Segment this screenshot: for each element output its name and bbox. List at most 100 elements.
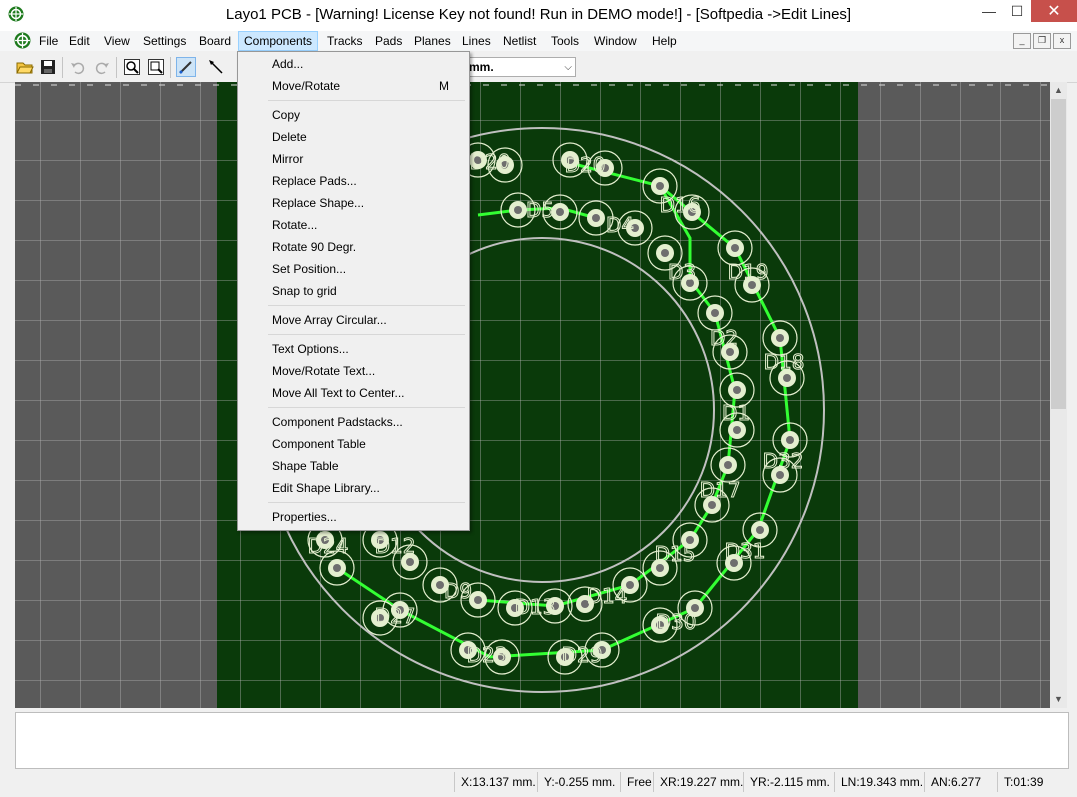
menu-item-move-all-text-center[interactable]: Move All Text to Center... bbox=[240, 382, 467, 404]
menu-separator bbox=[268, 407, 465, 408]
menu-item-text-options[interactable]: Text Options... bbox=[240, 338, 467, 360]
menu-item-snap-to-grid[interactable]: Snap to grid bbox=[240, 280, 467, 302]
mdi-minimize-button[interactable]: _ bbox=[1013, 33, 1031, 49]
zoom-fit-icon[interactable] bbox=[146, 57, 166, 77]
undo-icon[interactable] bbox=[68, 57, 88, 77]
component-label: D32 bbox=[763, 449, 804, 473]
pad-hole bbox=[786, 436, 794, 444]
menu-window[interactable]: Window bbox=[589, 32, 642, 50]
pad-hole bbox=[708, 501, 716, 509]
menu-item-properties[interactable]: Properties... bbox=[240, 506, 467, 528]
pad-hole bbox=[556, 208, 564, 216]
menu-item-shape-table[interactable]: Shape Table bbox=[240, 455, 467, 477]
menu-tracks[interactable]: Tracks bbox=[322, 32, 368, 50]
mdi-controls: _ ❐ x bbox=[1013, 33, 1071, 49]
pad-hole bbox=[756, 526, 764, 534]
close-button[interactable]: ✕ bbox=[1031, 0, 1077, 22]
menu-file[interactable]: File bbox=[34, 32, 63, 50]
component-label: D14 bbox=[587, 584, 628, 608]
menu-item-add[interactable]: Add... bbox=[240, 53, 467, 75]
menu-item-replace-pads[interactable]: Replace Pads... bbox=[240, 170, 467, 192]
pcb-drawing: D20 D20 D5 D4 D16 D3 D19 D2 D18 D1 D32 D17 D31 D15 D14… bbox=[15, 82, 1050, 708]
status-time: T:01:39 bbox=[997, 772, 1043, 792]
menu-item-component-table[interactable]: Component Table bbox=[240, 433, 467, 455]
menu-lines[interactable]: Lines bbox=[457, 32, 496, 50]
menu-pads[interactable]: Pads bbox=[370, 32, 407, 50]
component-label: D27 bbox=[375, 604, 416, 628]
menu-components[interactable]: Components bbox=[238, 31, 319, 51]
title-bar: Layo1 PCB - [Warning! License Key not fo… bbox=[0, 0, 1077, 32]
menu-edit[interactable]: Edit bbox=[64, 32, 95, 50]
component-label: D13 bbox=[515, 595, 556, 619]
menu-view[interactable]: View bbox=[99, 32, 135, 50]
window-controls: — ☐ ✕ bbox=[975, 0, 1077, 22]
menu-item-set-position[interactable]: Set Position... bbox=[240, 258, 467, 280]
component-label: D16 bbox=[660, 193, 701, 217]
menu-item-delete[interactable]: Delete bbox=[240, 126, 467, 148]
component-label: D20 bbox=[470, 150, 511, 174]
menu-item-move-array-circular[interactable]: Move Array Circular... bbox=[240, 309, 467, 331]
status-xr: XR:19.227 mm. bbox=[653, 772, 743, 792]
maximize-button[interactable]: ☐ bbox=[1003, 0, 1031, 22]
menu-settings[interactable]: Settings bbox=[138, 32, 191, 50]
pad-hole bbox=[724, 461, 732, 469]
document-icon[interactable] bbox=[14, 32, 31, 49]
pen-icon[interactable] bbox=[176, 57, 196, 77]
component-label: D20 bbox=[565, 153, 606, 177]
menu-netlist[interactable]: Netlist bbox=[498, 32, 541, 50]
message-panel[interactable] bbox=[15, 712, 1069, 769]
menu-separator bbox=[268, 334, 465, 335]
status-y: Y:-0.255 mm. bbox=[537, 772, 615, 792]
zoom-icon[interactable] bbox=[122, 57, 142, 77]
component-label: D29 bbox=[562, 643, 603, 667]
menu-item-copy[interactable]: Copy bbox=[240, 104, 467, 126]
status-yr: YR:-2.115 mm. bbox=[743, 772, 830, 792]
pad-hole bbox=[661, 249, 669, 257]
minimize-button[interactable]: — bbox=[975, 0, 1003, 22]
component-label: D30 bbox=[656, 610, 697, 634]
mdi-close-button[interactable]: x bbox=[1053, 33, 1071, 49]
components-menu: Add... Move/Rotate M Copy Delete Mirror R… bbox=[237, 51, 470, 531]
chevron-down-icon[interactable]: ⌵ bbox=[564, 59, 572, 77]
status-mode: Free bbox=[620, 772, 652, 792]
scroll-up-arrow-icon[interactable]: ▲ bbox=[1050, 82, 1067, 99]
pad-hole bbox=[406, 558, 414, 566]
menu-item-rotate[interactable]: Rotate... bbox=[240, 214, 467, 236]
component-label: D1 bbox=[722, 401, 750, 425]
menu-separator bbox=[268, 305, 465, 306]
menu-item-replace-shape[interactable]: Replace Shape... bbox=[240, 192, 467, 214]
pad-hole bbox=[333, 564, 341, 572]
menu-help[interactable]: Help bbox=[647, 32, 682, 50]
probe-icon[interactable] bbox=[206, 57, 226, 77]
menu-item-move-rotate[interactable]: Move/Rotate M bbox=[240, 75, 467, 97]
status-bar: X:13.137 mm. Y:-0.255 mm. Free XR:19.227… bbox=[0, 771, 1077, 797]
scroll-thumb[interactable] bbox=[1051, 99, 1066, 409]
menu-item-move-rotate-text[interactable]: Move/Rotate Text... bbox=[240, 360, 467, 382]
pad-hole bbox=[592, 214, 600, 222]
component-label: D9 bbox=[444, 579, 472, 603]
menu-item-component-padstacks[interactable]: Component Padstacks... bbox=[240, 411, 467, 433]
pcb-canvas[interactable]: D20 D20 D5 D4 D16 D3 D19 D2 D18 D1 D32 D17 D31 D15 D14… bbox=[15, 82, 1050, 708]
menu-item-mirror[interactable]: Mirror bbox=[240, 148, 467, 170]
scroll-down-arrow-icon[interactable]: ▼ bbox=[1050, 691, 1067, 708]
component-label: D23 bbox=[467, 643, 508, 667]
save-disk-icon[interactable] bbox=[38, 57, 58, 77]
component-label: D17 bbox=[700, 478, 741, 502]
unit-select[interactable]: mm. ⌵ bbox=[462, 57, 576, 77]
component-label: D19 bbox=[728, 260, 769, 284]
status-x: X:13.137 mm. bbox=[454, 772, 536, 792]
component-label: D5 bbox=[526, 198, 554, 222]
open-folder-icon[interactable] bbox=[15, 57, 35, 77]
pad-hole bbox=[776, 334, 784, 342]
menu-item-rotate-90[interactable]: Rotate 90 Degr. bbox=[240, 236, 467, 258]
menu-item-edit-shape-library[interactable]: Edit Shape Library... bbox=[240, 477, 467, 499]
menu-bar: File Edit View Settings Board Components… bbox=[0, 31, 1077, 51]
menu-board[interactable]: Board bbox=[194, 32, 236, 50]
menu-planes[interactable]: Planes bbox=[409, 32, 456, 50]
component-label: D12 bbox=[375, 534, 416, 558]
vertical-scrollbar[interactable]: ▲ ▼ bbox=[1050, 82, 1067, 708]
mdi-restore-button[interactable]: ❐ bbox=[1033, 33, 1051, 49]
redo-icon[interactable] bbox=[92, 57, 112, 77]
menu-tools[interactable]: Tools bbox=[546, 32, 584, 50]
status-ln: LN:19.343 mm. bbox=[834, 772, 923, 792]
